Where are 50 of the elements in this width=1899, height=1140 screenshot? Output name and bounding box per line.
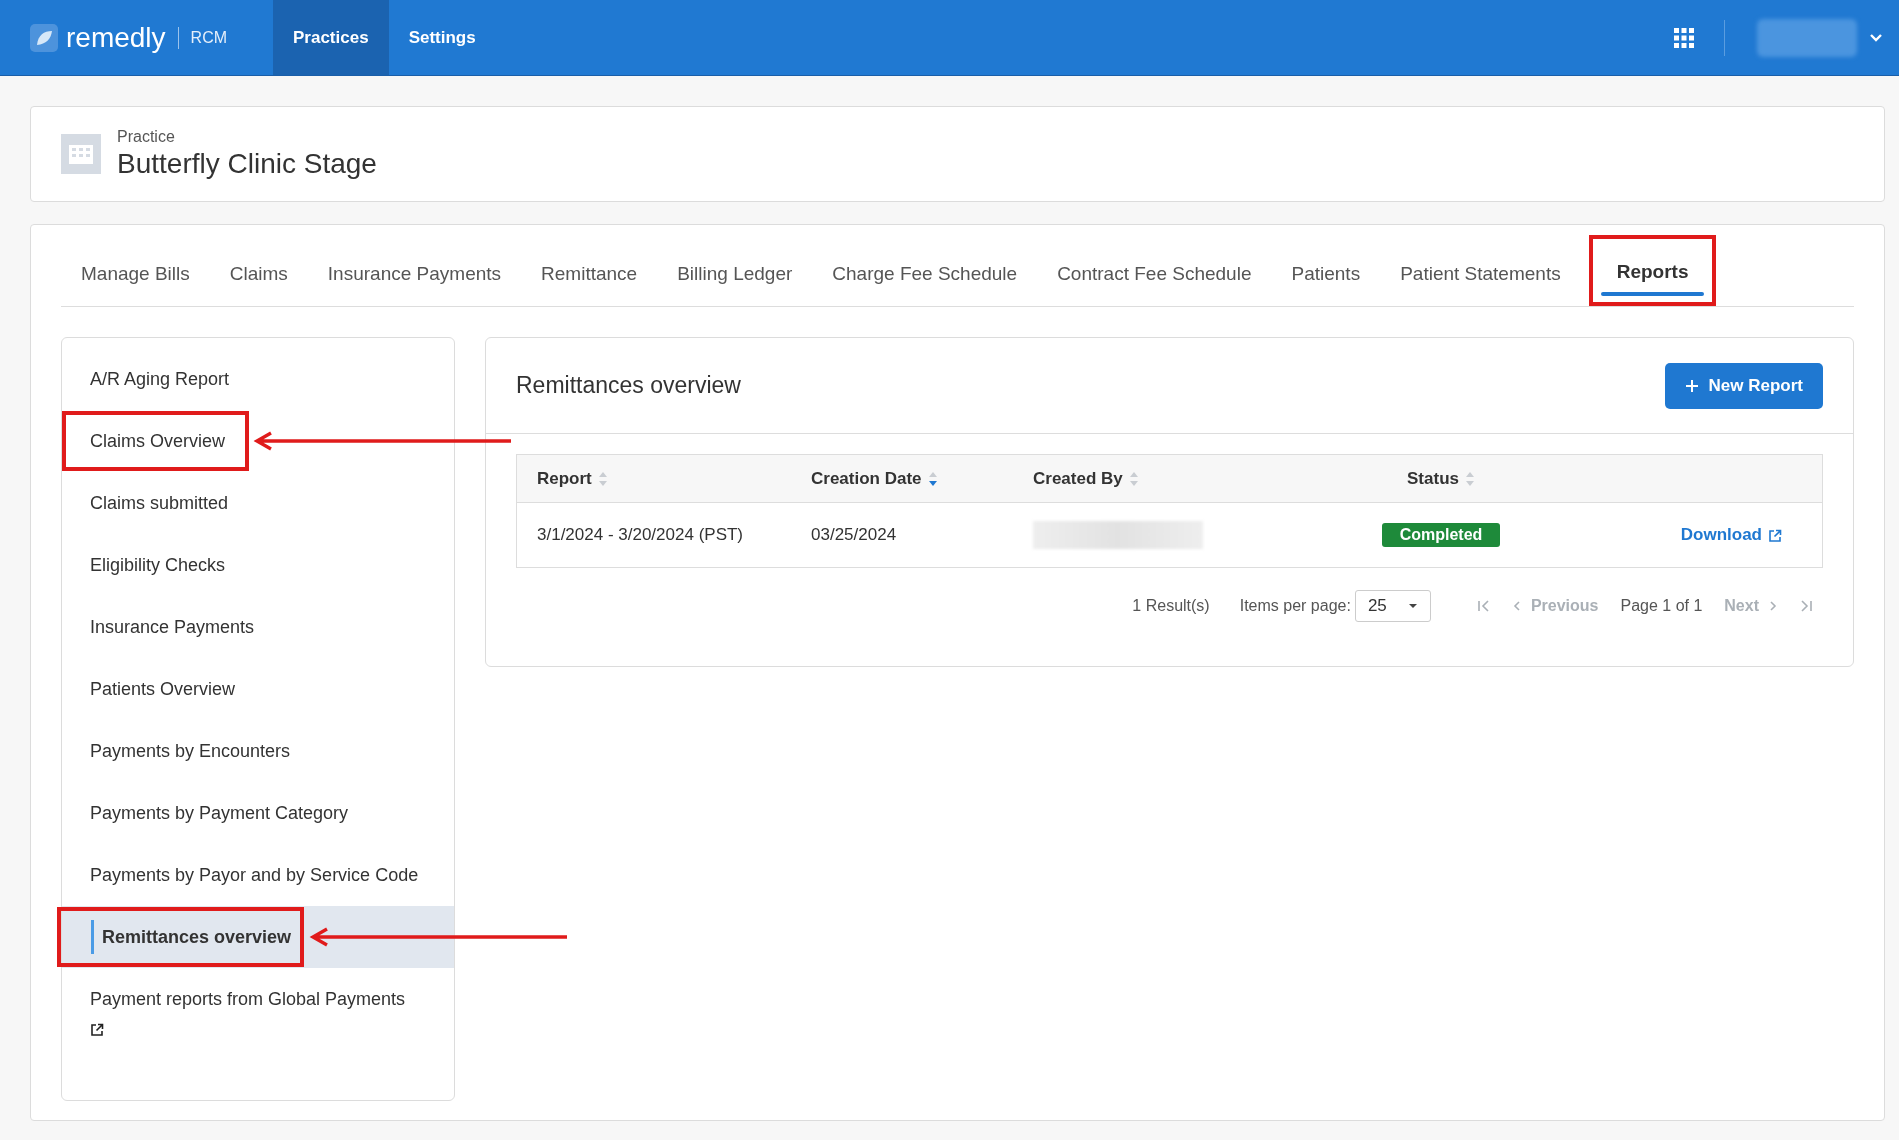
column-header[interactable]: Created By [1033, 468, 1341, 489]
column-header[interactable]: Report [537, 468, 811, 489]
page-indicator: Page 1 of 1 [1620, 597, 1703, 615]
sidebar-item[interactable]: Payments by Encounters [62, 720, 454, 782]
product-name: RCM [190, 28, 228, 47]
tab[interactable]: Patients [1271, 235, 1381, 306]
practice-label: Practice [117, 128, 176, 146]
sidebar-item[interactable]: Payment reports from Global Payments [62, 968, 454, 1060]
chevron-left-icon [1512, 600, 1521, 612]
sidebar-item[interactable]: Patients Overview [62, 658, 454, 720]
items-per-page-label: Items per page: [1239, 597, 1351, 615]
tab[interactable]: Billing Ledger [657, 235, 813, 306]
sidebar-item[interactable]: Claims Overview [62, 410, 454, 472]
sidebar-item[interactable]: Payments by Payment Category [62, 782, 454, 844]
tab[interactable]: Charge Fee Schedule [812, 235, 1038, 306]
status-badge: Completed [1381, 523, 1501, 547]
table-cell-text: 3/1/2024 - 3/20/2024 (PST) [537, 525, 745, 545]
tab[interactable]: Manage Bills [61, 235, 210, 306]
leaf-logo-icon [30, 23, 58, 52]
plus-icon [1684, 378, 1699, 393]
caret-icon [1407, 603, 1418, 609]
tab[interactable]: Claims [209, 235, 308, 306]
tab[interactable]: Contract Fee Schedule [1037, 235, 1272, 306]
tab[interactable]: Patient Statements [1380, 235, 1581, 306]
table-cell-text: 03/25/2024 [811, 525, 898, 545]
column-header[interactable]: Creation Date [811, 468, 1033, 489]
sidebar-item[interactable]: Claims submitted [62, 472, 454, 534]
result-count: 1 Result(s) [1132, 597, 1210, 615]
panel-title: Remittances overview [516, 372, 741, 399]
app-grid-icon[interactable] [1674, 27, 1694, 48]
download-link[interactable]: Download [1680, 525, 1782, 544]
items-per-page-select[interactable]: 25 [1354, 590, 1431, 622]
nav-link[interactable]: Practices [273, 0, 389, 75]
sidebar-item[interactable]: Payments by Payor and by Service Code [62, 844, 454, 906]
redacted-user-name[interactable] [1757, 18, 1857, 57]
sidebar-item[interactable]: A/R Aging Report [62, 348, 454, 410]
practice-name: Butterfly Clinic Stage [117, 148, 377, 180]
external-link-icon [1768, 528, 1782, 543]
sidebar-item[interactable]: Insurance Payments [62, 596, 454, 658]
tab[interactable]: Insurance Payments [307, 235, 522, 306]
tab[interactable]: Remittance [521, 235, 658, 306]
chevron-down-icon[interactable] [1869, 32, 1883, 43]
brand-name: remedly [66, 21, 166, 54]
sidebar-item[interactable]: Eligibility Checks [62, 534, 454, 596]
tab[interactable]: Reports [1588, 235, 1717, 306]
new-report-button[interactable]: New Report [1664, 362, 1823, 409]
nav-link[interactable]: Settings [388, 0, 496, 75]
chevron-right-icon [1769, 600, 1777, 612]
building-icon [61, 134, 101, 174]
column-header[interactable]: Status [1341, 468, 1541, 489]
